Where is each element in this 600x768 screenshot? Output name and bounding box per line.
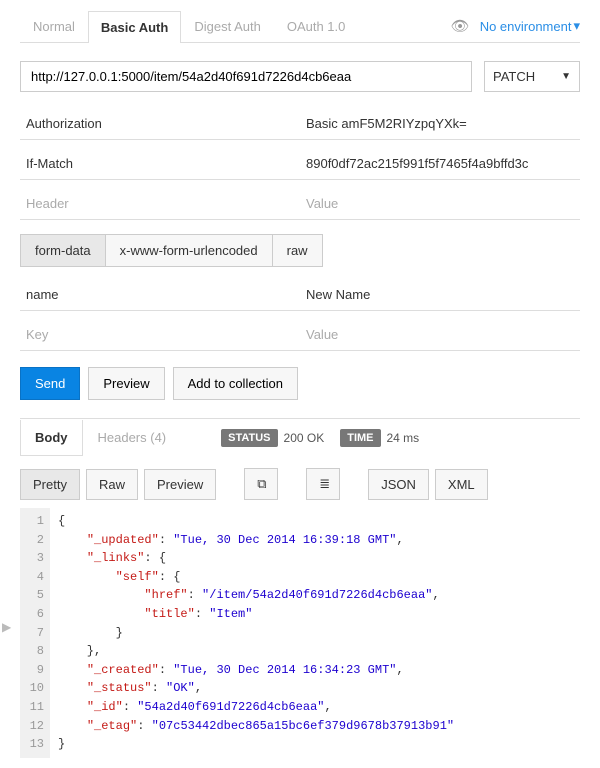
time-label: TIME <box>340 429 380 447</box>
format-pretty[interactable]: Pretty <box>20 469 80 500</box>
send-button[interactable]: Send <box>20 367 80 400</box>
header-value[interactable]: Basic amF5M2RIYzpqYXk= <box>300 108 580 140</box>
response-tab-headers[interactable]: Headers (4) <box>83 419 182 456</box>
status-value: 200 OK <box>284 431 325 445</box>
header-key-placeholder[interactable]: Header <box>20 188 300 220</box>
body-row: name New Name <box>20 279 580 311</box>
line-gutter: 12345678910111213 <box>20 508 50 758</box>
auth-tab-oauth[interactable]: OAuth 1.0 <box>274 10 359 42</box>
format-raw[interactable]: Raw <box>86 469 138 500</box>
body-type-raw[interactable]: raw <box>272 234 323 267</box>
format-json[interactable]: JSON <box>368 469 429 500</box>
header-key[interactable]: Authorization <box>20 108 300 140</box>
status-label: STATUS <box>221 429 277 447</box>
preview-button[interactable]: Preview <box>88 367 164 400</box>
header-value-placeholder[interactable]: Value <box>300 188 580 220</box>
auth-tabs: Normal Basic Auth Digest Auth OAuth 1.0 … <box>20 10 580 43</box>
chevron-down-icon: ▾ <box>573 18 580 34</box>
request-url-input[interactable] <box>20 61 472 92</box>
response-body: 12345678910111213 { "_updated": "Tue, 30… <box>20 508 580 758</box>
add-to-collection-button[interactable]: Add to collection <box>173 367 298 400</box>
header-row: Authorization Basic amF5M2RIYzpqYXk= <box>20 108 580 140</box>
chevron-down-icon: ▼ <box>561 71 571 82</box>
body-type-formdata[interactable]: form-data <box>20 234 106 267</box>
body-key[interactable]: name <box>20 279 300 311</box>
environment-selector[interactable]: No environment <box>480 19 572 34</box>
header-key[interactable]: If-Match <box>20 148 300 180</box>
preview-eye-icon[interactable]: 👁 <box>451 17 470 35</box>
response-source[interactable]: { "_updated": "Tue, 30 Dec 2014 16:39:18… <box>50 508 454 758</box>
header-value[interactable]: 890f0df72ac215f991f5f7465f4a9bffd3c <box>300 148 580 180</box>
format-preview[interactable]: Preview <box>144 469 216 500</box>
expand-handle-icon[interactable]: ▶ <box>2 620 11 634</box>
header-row-placeholder: Header Value <box>20 188 580 220</box>
body-value-placeholder[interactable]: Value <box>300 319 580 351</box>
auth-tab-normal[interactable]: Normal <box>20 10 88 42</box>
response-tab-body[interactable]: Body <box>20 420 83 456</box>
body-type-urlencoded[interactable]: x-www-form-urlencoded <box>105 234 273 267</box>
auth-tab-digest[interactable]: Digest Auth <box>181 10 274 42</box>
body-key-placeholder[interactable]: Key <box>20 319 300 351</box>
body-value[interactable]: New Name <box>300 279 580 311</box>
copy-icon[interactable]: ⧉ <box>244 468 278 500</box>
wrap-icon[interactable]: ≣ <box>306 468 340 500</box>
http-method-select[interactable]: PATCH ▼ <box>484 61 580 92</box>
auth-tab-basic[interactable]: Basic Auth <box>88 11 181 43</box>
http-method-value: PATCH <box>493 69 535 84</box>
body-type-tabs: form-data x-www-form-urlencoded raw <box>20 234 580 267</box>
time-value: 24 ms <box>387 431 420 445</box>
body-row-placeholder: Key Value <box>20 319 580 351</box>
format-xml[interactable]: XML <box>435 469 488 500</box>
header-row: If-Match 890f0df72ac215f991f5f7465f4a9bf… <box>20 148 580 180</box>
